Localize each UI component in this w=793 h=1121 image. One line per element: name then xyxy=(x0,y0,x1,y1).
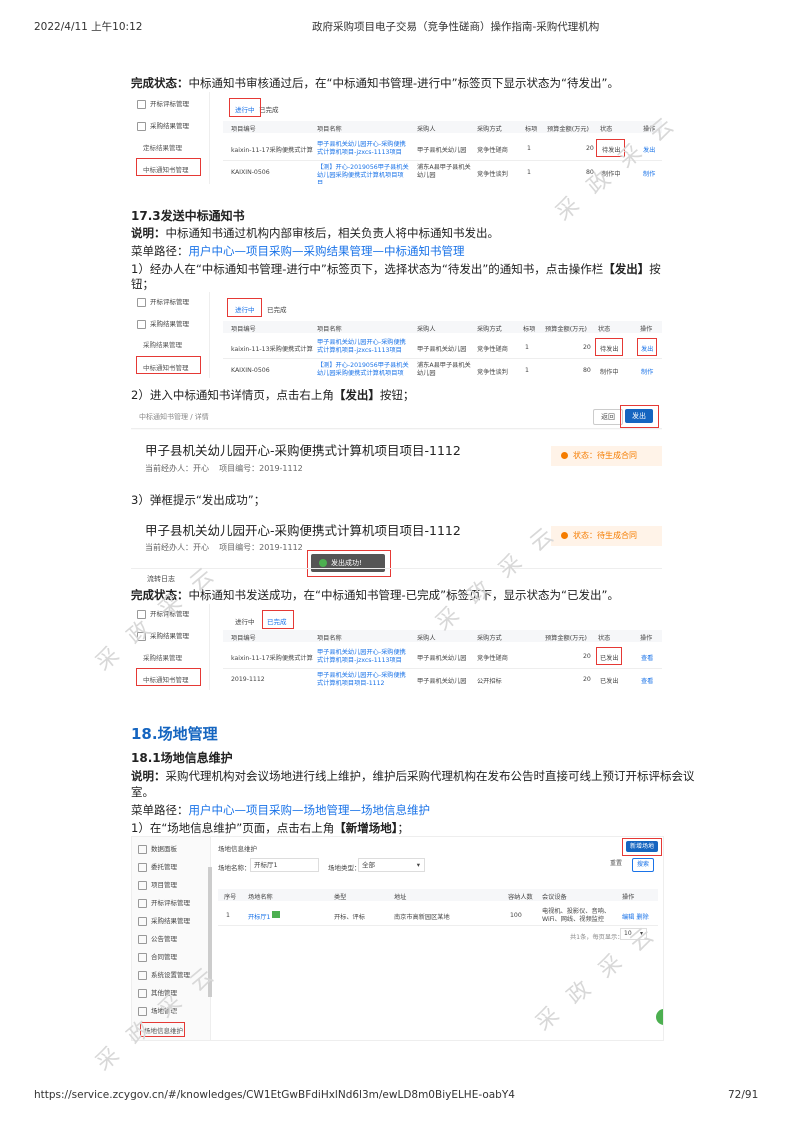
tab-completed[interactable]: 已完成 xyxy=(259,104,279,114)
print-page: 72/91 xyxy=(728,1089,759,1101)
print-datetime: 2022/4/11 上午10:12 xyxy=(34,21,143,33)
print-url: https://service.zcygov.cn/#/knowledges/C… xyxy=(34,1089,515,1101)
handler: 当前经办人：开心 项目编号：2019-1112 xyxy=(145,464,303,473)
section-17-3-menu: 菜单路径：用户中心—项目采购—采购结果管理—中标通知书管理 xyxy=(131,244,465,258)
screenshot-notice-list-send: 开标评标管理 采购结果管理 采购结果管理 中标通知书管理 进行中 已完成 项目编… xyxy=(131,292,662,378)
section-17-3-step3: 3）弹框提示“发出成功”； xyxy=(131,493,266,507)
screenshot-venue-maintenance: 数据面板 委托管理 项目管理 开标评标管理 采购结果管理 公告管理 合同管理 系… xyxy=(131,836,664,1041)
reset-button[interactable]: 重置 xyxy=(606,858,626,870)
tab-in-progress[interactable]: 进行中 xyxy=(235,616,255,626)
section-17-3-step2: 2）进入中标通知书详情页，点击右上角【发出】按钮； xyxy=(131,388,415,402)
search-button[interactable]: 搜索 xyxy=(632,858,654,872)
done-status-top: 完成状态：中标通知书审核通过后，在“中标通知书管理-进行中”标签页下显示状态为“… xyxy=(131,76,619,90)
section-17-3-step1-cont: 钮； xyxy=(131,277,154,291)
chevron-down-icon: ▾ xyxy=(416,861,420,869)
project-title: 甲子县机关幼儿园开心-采购便携式计算机项目项目-1112 xyxy=(145,443,461,458)
section-18-step1: 1）在“场地信息维护”页面，点击右上角【新增场地】； xyxy=(131,821,409,835)
print-title: 政府采购项目电子交易（竞争性磋商）操作指南-采购代理机构 xyxy=(312,21,600,33)
section-18-1-title: 18.1场地信息维护 xyxy=(131,751,233,765)
screenshot-notice-detail: 中标通知书管理 / 详情 返回 发出 甲子县机关幼儿园开心-采购便携式计算机项目… xyxy=(131,404,662,486)
screenshot-notice-list-pending: 开标评标管理 采购结果管理 定标结果管理 中标通知书管理 进行中 已完成 项目编… xyxy=(131,92,662,184)
breadcrumb: 中标通知书管理 / 详情 xyxy=(139,413,209,421)
venue-type-select[interactable]: 全部 ▾ xyxy=(358,858,425,872)
section-18-desc: 说明：采购代理机构对会议场地进行线上维护，维护后采购代理机构在发布公告时直接可线… xyxy=(131,769,695,783)
section-17-3-desc: 说明：中标通知书通过机构内部审核后，相关负责人将中标通知书发出。 xyxy=(131,226,499,240)
venue-page-title: 场地信息维护 xyxy=(218,845,257,853)
venue-tag-icon xyxy=(272,911,280,918)
section-17-3-step1: 1）经办人在“中标通知书管理-进行中”标签页下，选择状态为“待发出”的通知书，点… xyxy=(131,262,661,276)
venue-name-input[interactable]: 开标厅1 xyxy=(250,858,319,872)
help-float-icon[interactable] xyxy=(656,1009,663,1025)
screenshot-notice-list-completed: 开标评标管理 采购结果管理 采购结果管理 中标通知书管理 进行中 已完成 项目编… xyxy=(131,604,662,690)
section-18-menu: 菜单路径：用户中心—项目采购—场地管理—场地信息维护 xyxy=(131,803,430,817)
back-button[interactable]: 返回 xyxy=(593,409,623,425)
status-badge: 状态：待生成合同 xyxy=(551,446,662,466)
section-17-3-title: 17.3发送中标通知书 xyxy=(131,209,245,223)
section-18-title: 18.场地管理 xyxy=(131,725,218,743)
tab-completed[interactable]: 已完成 xyxy=(267,304,287,314)
section-18-desc-cont: 室。 xyxy=(131,785,154,799)
